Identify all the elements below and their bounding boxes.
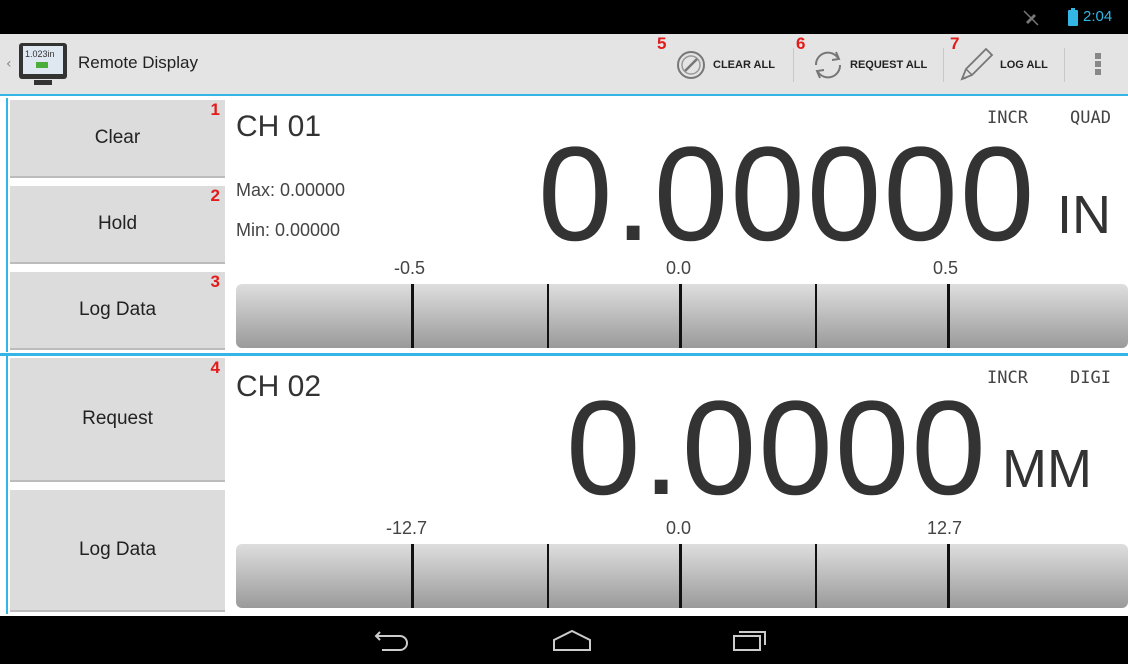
action-divider: [793, 48, 794, 82]
gauge-tick: [411, 284, 414, 348]
gauge-tick: [815, 284, 817, 348]
request-all-label: REQUEST ALL: [850, 59, 928, 71]
gauge-tick: [947, 544, 950, 608]
channel-name: CH 02: [236, 370, 322, 403]
min-value: Min: 0.00000: [236, 220, 341, 240]
gauge-tick: [679, 544, 682, 608]
panel-divider: [0, 353, 1128, 356]
scale-label-max: 12.7: [927, 518, 963, 538]
gauge-tick: [547, 544, 549, 608]
gauge-tick: [679, 284, 682, 348]
clear-button[interactable]: Clear 1: [10, 100, 225, 178]
home-icon[interactable]: [550, 628, 594, 654]
up-caret-icon[interactable]: ‹: [6, 56, 12, 72]
unit-label: IN: [1057, 185, 1111, 245]
action-bar: ‹ 1.023in Remote Display 5 CLEAR ALL 6 R…: [0, 34, 1128, 96]
scale-label-center: 0.0: [666, 258, 692, 278]
scale-label-max: 0.5: [933, 258, 959, 278]
status-bar: 2:04: [0, 0, 1128, 34]
action-divider: [1064, 48, 1065, 82]
deviation-gauge: [236, 544, 1128, 608]
gauge-tick: [947, 284, 950, 348]
callout-badge-5: 5: [657, 34, 667, 53]
reading-value: 0.00000: [538, 120, 1037, 269]
action-divider: [943, 48, 944, 82]
panel-edge: [6, 356, 8, 614]
channel-name: CH 01: [236, 110, 322, 143]
unit-label: MM: [1002, 439, 1092, 499]
log-all-label: LOG ALL: [1000, 59, 1048, 71]
app-title: Remote Display: [78, 53, 198, 72]
back-icon[interactable]: [372, 628, 412, 654]
hold-button-label: Hold: [97, 213, 138, 234]
mode-label: INCR: [987, 368, 1028, 388]
mute-icon: [1023, 10, 1039, 26]
app-icon[interactable]: 1.023in: [18, 42, 68, 86]
deviation-gauge: [236, 284, 1128, 348]
pencil-icon: [960, 47, 994, 81]
gauge-tick: [815, 544, 817, 608]
callout-badge-4: 4: [210, 358, 220, 377]
scale-label-center: 0.0: [666, 518, 692, 538]
navigation-bar: [0, 616, 1128, 664]
request-button-label: Request: [82, 408, 153, 429]
log-data-button-label: Log Data: [78, 539, 157, 560]
recent-apps-icon[interactable]: [730, 628, 770, 654]
overflow-menu-icon[interactable]: [1092, 51, 1104, 81]
refresh-icon: [814, 51, 842, 79]
scale-label-min: -12.7: [386, 518, 428, 538]
panel-edge: [6, 98, 8, 352]
log-data-button[interactable]: Log Data 3: [10, 272, 225, 350]
hold-button[interactable]: Hold 2: [10, 186, 225, 264]
callout-badge-2: 2: [210, 186, 220, 205]
battery-charging-icon: [1068, 8, 1078, 26]
clear-all-label: CLEAR ALL: [713, 59, 775, 71]
gauge-tick: [411, 544, 414, 608]
log-data-button[interactable]: Log Data: [10, 490, 225, 612]
max-value: Max: 0.00000: [236, 180, 346, 200]
callout-badge-3: 3: [210, 272, 220, 291]
callout-badge-1: 1: [210, 100, 220, 119]
log-all-button[interactable]: LOG ALL: [956, 34, 1048, 96]
clock: 2:04: [1083, 8, 1113, 25]
scale-label-min: -0.5: [394, 258, 426, 278]
gauge-tick: [547, 284, 549, 348]
app-icon-text: 1.023in: [25, 49, 55, 59]
request-button[interactable]: Request 4: [10, 358, 225, 482]
clear-button-label: Clear: [94, 127, 141, 148]
clear-icon: [677, 51, 705, 79]
encoder-type-label: DIGI: [1070, 368, 1111, 388]
reading-value: 0.0000: [566, 374, 988, 523]
log-data-button-label: Log Data: [78, 299, 157, 320]
encoder-type-label: QUAD: [1070, 108, 1111, 128]
request-all-button[interactable]: REQUEST ALL: [810, 34, 927, 96]
callout-badge-6: 6: [796, 34, 806, 53]
clear-all-button[interactable]: CLEAR ALL: [675, 34, 775, 96]
